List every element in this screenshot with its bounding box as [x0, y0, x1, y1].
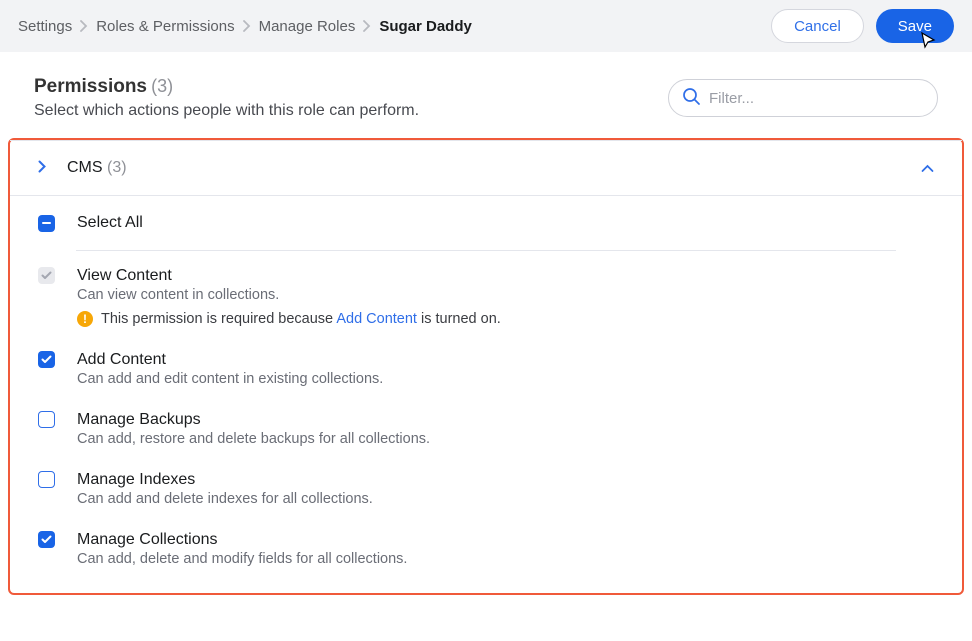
page-subtitle: Select which actions people with this ro…: [34, 102, 419, 120]
permission-note-text: This permission is required because Add …: [101, 311, 501, 327]
permission-desc: Can view content in collections.: [77, 287, 934, 303]
permission-list: View Content Can view content in collecti…: [10, 251, 962, 575]
cursor-icon: [920, 32, 936, 55]
select-all-row: Select All: [10, 196, 962, 246]
permissions-panel: CMS (3) Select All View Content Can view …: [8, 138, 964, 595]
section-header-cms[interactable]: CMS (3): [10, 140, 962, 196]
page-header: Settings Roles & Permissions Manage Role…: [0, 0, 972, 52]
breadcrumb-settings[interactable]: Settings: [18, 18, 72, 35]
permission-checkbox[interactable]: [38, 531, 55, 548]
permission-checkbox[interactable]: [38, 411, 55, 428]
permission-note-link[interactable]: Add Content: [336, 311, 417, 327]
chevron-right-icon: [243, 20, 251, 32]
permission-desc: Can add, restore and delete backups for …: [77, 431, 934, 447]
select-all-label: Select All: [77, 214, 143, 232]
permission-body: Manage Indexes Can add and delete indexes…: [77, 471, 934, 507]
warning-icon: !: [77, 311, 93, 327]
permission-title: Manage Backups: [77, 411, 934, 429]
chevron-right-icon: [80, 20, 88, 32]
save-button[interactable]: Save: [876, 9, 954, 43]
permission-desc: Can add, delete and modify fields for al…: [77, 551, 934, 567]
breadcrumb-roles-permissions[interactable]: Roles & Permissions: [96, 18, 234, 35]
permission-title: View Content: [77, 267, 934, 285]
search-icon: [682, 87, 700, 109]
permission-note: ! This permission is required because Add…: [77, 311, 934, 327]
cancel-button[interactable]: Cancel: [771, 9, 864, 43]
permission-checkbox[interactable]: [38, 351, 55, 368]
section-title-count: (3): [107, 159, 127, 176]
permission-checkbox[interactable]: [38, 471, 55, 488]
filter-wrap: [668, 79, 938, 117]
permission-item: View Content Can view content in collecti…: [10, 251, 962, 335]
title-row: Permissions (3) Select which actions peo…: [0, 52, 972, 138]
permission-item: Manage Indexes Can add and delete indexes…: [10, 455, 962, 515]
title-left: Permissions (3) Select which actions peo…: [34, 76, 419, 120]
permission-desc: Can add and edit content in existing col…: [77, 371, 934, 387]
permission-item: Manage Backups Can add, restore and delet…: [10, 395, 962, 455]
breadcrumb-current: Sugar Daddy: [379, 18, 472, 35]
permission-title: Manage Collections: [77, 531, 934, 549]
section-title: CMS (3): [67, 159, 127, 177]
permission-item: Manage Collections Can add, delete and mo…: [10, 515, 962, 575]
breadcrumb: Settings Roles & Permissions Manage Role…: [18, 18, 472, 35]
filter-input[interactable]: [668, 79, 938, 117]
breadcrumb-manage-roles[interactable]: Manage Roles: [259, 18, 356, 35]
section-title-text: CMS: [67, 159, 103, 176]
permission-body: Manage Backups Can add, restore and delet…: [77, 411, 934, 447]
permission-body: View Content Can view content in collecti…: [77, 267, 934, 327]
chevron-up-icon: [921, 160, 934, 177]
select-all-checkbox[interactable]: [38, 215, 55, 232]
chevron-right-icon: [363, 20, 371, 32]
chevron-right-icon: [38, 160, 47, 177]
permission-title: Add Content: [77, 351, 934, 369]
page-title: Permissions: [34, 76, 147, 97]
permission-title: Manage Indexes: [77, 471, 934, 489]
permission-desc: Can add and delete indexes for all colle…: [77, 491, 934, 507]
permission-body: Manage Collections Can add, delete and mo…: [77, 531, 934, 567]
header-actions: Cancel Save: [771, 9, 954, 43]
page-title-count: (3): [151, 76, 173, 96]
permission-body: Add Content Can add and edit content in e…: [77, 351, 934, 387]
permission-checkbox[interactable]: [38, 267, 55, 284]
permission-item: Add Content Can add and edit content in e…: [10, 335, 962, 395]
